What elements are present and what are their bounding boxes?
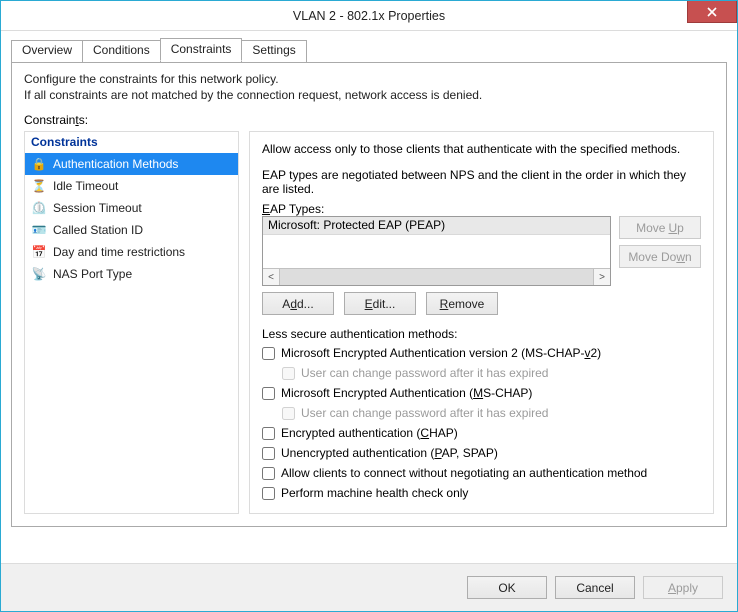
lock-icon: 🔒 bbox=[31, 156, 47, 172]
scroll-right-icon[interactable]: > bbox=[593, 269, 610, 285]
sidebar-item-idle-timeout[interactable]: ⏳ Idle Timeout bbox=[25, 175, 238, 197]
checkbox-mschap-v2-input[interactable] bbox=[262, 347, 275, 360]
tab-overview[interactable]: Overview bbox=[11, 40, 83, 63]
move-down-button: Move Down bbox=[619, 245, 701, 268]
intro-line-2: If all constraints are not matched by th… bbox=[24, 88, 482, 102]
checkbox-mschap[interactable]: Microsoft Encrypted Authentication (MS-C… bbox=[262, 383, 701, 403]
scroll-left-icon[interactable]: < bbox=[263, 269, 280, 285]
eap-scrollbar[interactable]: < > bbox=[263, 268, 610, 285]
checkbox-pap[interactable]: Unencrypted authentication (PAP, SPAP) bbox=[262, 443, 701, 463]
checkbox-no-negotiation-input[interactable] bbox=[262, 467, 275, 480]
sidebar-item-day-time[interactable]: 📅 Day and time restrictions bbox=[25, 241, 238, 263]
checkbox-mschap-v2[interactable]: Microsoft Encrypted Authentication versi… bbox=[262, 343, 701, 363]
detail-desc-2: EAP types are negotiated between NPS and… bbox=[262, 168, 701, 196]
eap-types-list[interactable]: Microsoft: Protected EAP (PEAP) < > bbox=[262, 216, 611, 286]
sidebar-item-label: Idle Timeout bbox=[53, 179, 118, 193]
titlebar: VLAN 2 - 802.1x Properties bbox=[1, 1, 737, 31]
calendar-icon: 📅 bbox=[31, 244, 47, 260]
constraints-list-header: Constraints bbox=[25, 132, 238, 153]
checkbox-mschap-v2-expire-input bbox=[282, 367, 295, 380]
sidebar-item-label: Called Station ID bbox=[53, 223, 143, 237]
move-up-button: Move Up bbox=[619, 216, 701, 239]
tab-conditions[interactable]: Conditions bbox=[82, 40, 161, 63]
sidebar-item-nas-port-type[interactable]: 📡 NAS Port Type bbox=[25, 263, 238, 285]
sidebar-item-authentication-methods[interactable]: 🔒 Authentication Methods bbox=[25, 153, 238, 175]
checkbox-label: User can change password after it has ex… bbox=[301, 406, 548, 420]
checkbox-chap-input[interactable] bbox=[262, 427, 275, 440]
checkbox-label: Perform machine health check only bbox=[281, 486, 468, 500]
checkbox-label: Microsoft Encrypted Authentication (MS-C… bbox=[281, 386, 532, 400]
checkbox-health-check-only-input[interactable] bbox=[262, 487, 275, 500]
sidebar-item-label: Day and time restrictions bbox=[53, 245, 185, 259]
detail-desc-1: Allow access only to those clients that … bbox=[262, 142, 701, 156]
constraints-list: Constraints 🔒 Authentication Methods ⏳ I… bbox=[24, 131, 239, 514]
checkbox-label: Encrypted authentication (CHAP) bbox=[281, 426, 458, 440]
checkbox-mschap-expire: User can change password after it has ex… bbox=[282, 403, 701, 423]
tab-settings[interactable]: Settings bbox=[241, 40, 306, 63]
port-icon: 📡 bbox=[31, 266, 47, 282]
remove-button[interactable]: Remove bbox=[426, 292, 498, 315]
properties-dialog: VLAN 2 - 802.1x Properties Overview Cond… bbox=[0, 0, 738, 612]
checkbox-pap-input[interactable] bbox=[262, 447, 275, 460]
sidebar-item-label: Authentication Methods bbox=[53, 157, 178, 171]
intro-line-1: Configure the constraints for this netwo… bbox=[24, 72, 279, 86]
window-title: VLAN 2 - 802.1x Properties bbox=[1, 9, 737, 23]
eap-types-label: EAP Types: bbox=[262, 202, 701, 216]
checkbox-label: Unencrypted authentication (PAP, SPAP) bbox=[281, 446, 498, 460]
checkbox-label: Microsoft Encrypted Authentication versi… bbox=[281, 346, 601, 360]
station-icon: 🪪 bbox=[31, 222, 47, 238]
ok-button[interactable]: OK bbox=[467, 576, 547, 599]
eap-type-item[interactable]: Microsoft: Protected EAP (PEAP) bbox=[263, 217, 610, 235]
tab-constraints[interactable]: Constraints bbox=[160, 38, 243, 61]
add-button[interactable]: Add... bbox=[262, 292, 334, 315]
checkbox-mschap-expire-input bbox=[282, 407, 295, 420]
close-icon bbox=[707, 7, 717, 17]
edit-button[interactable]: Edit... bbox=[344, 292, 416, 315]
checkbox-mschap-input[interactable] bbox=[262, 387, 275, 400]
constraint-detail-pane: Allow access only to those clients that … bbox=[249, 131, 714, 514]
less-secure-label: Less secure authentication methods: bbox=[262, 327, 701, 341]
body: Overview Conditions Constraints Settings… bbox=[1, 31, 737, 563]
checkbox-chap[interactable]: Encrypted authentication (CHAP) bbox=[262, 423, 701, 443]
constraints-label: Constraints: bbox=[24, 113, 714, 127]
sidebar-item-session-timeout[interactable]: ⏲️ Session Timeout bbox=[25, 197, 238, 219]
idle-icon: ⏳ bbox=[31, 178, 47, 194]
checkbox-health-check-only[interactable]: Perform machine health check only bbox=[262, 483, 701, 503]
checkbox-label: Allow clients to connect without negotia… bbox=[281, 466, 647, 480]
scroll-track[interactable] bbox=[280, 269, 593, 285]
instructions: Configure the constraints for this netwo… bbox=[24, 71, 714, 103]
sidebar-item-label: NAS Port Type bbox=[53, 267, 132, 281]
sidebar-item-called-station-id[interactable]: 🪪 Called Station ID bbox=[25, 219, 238, 241]
session-icon: ⏲️ bbox=[31, 200, 47, 216]
apply-button: Apply bbox=[643, 576, 723, 599]
cancel-button[interactable]: Cancel bbox=[555, 576, 635, 599]
tab-strip: Overview Conditions Constraints Settings… bbox=[11, 39, 727, 527]
dialog-buttons: OK Cancel Apply bbox=[1, 563, 737, 611]
tab-pane-constraints: Configure the constraints for this netwo… bbox=[11, 62, 727, 527]
checkbox-mschap-v2-expire: User can change password after it has ex… bbox=[282, 363, 701, 383]
sidebar-item-label: Session Timeout bbox=[53, 201, 142, 215]
close-button[interactable] bbox=[687, 1, 737, 23]
checkbox-no-negotiation[interactable]: Allow clients to connect without negotia… bbox=[262, 463, 701, 483]
checkbox-label: User can change password after it has ex… bbox=[301, 366, 548, 380]
